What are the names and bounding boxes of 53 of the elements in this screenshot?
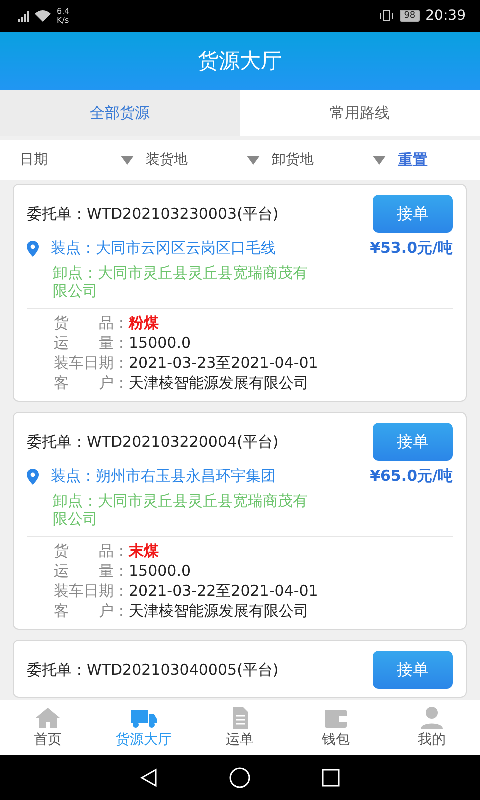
home-circle-icon[interactable] bbox=[229, 766, 251, 788]
nav-tab[interactable]: 运单 bbox=[192, 700, 288, 755]
back-icon[interactable] bbox=[139, 768, 159, 788]
detail-value: 粉煤 bbox=[129, 313, 159, 333]
order-number: 委托单：WTD202103040005(平台) bbox=[27, 660, 279, 680]
location-pin-icon bbox=[27, 469, 39, 485]
battery-level: 98 bbox=[400, 10, 420, 22]
network-speed: 6.4 bbox=[57, 7, 70, 16]
user-icon bbox=[418, 706, 446, 728]
location-pin-icon bbox=[27, 241, 39, 257]
order-number: 委托单：WTD202103220004(平台) bbox=[27, 432, 279, 452]
filter-dropdown[interactable]: 装货地 bbox=[146, 151, 272, 169]
detail-label: 客 户： bbox=[54, 601, 129, 621]
filter-dropdown[interactable]: 卸货地 bbox=[272, 151, 398, 169]
detail-label: 客 户： bbox=[54, 373, 129, 393]
loading-point: 装点：大同市云冈区云岗区口毛线 bbox=[51, 239, 277, 258]
wifi-icon bbox=[35, 10, 51, 22]
order-number: 委托单：WTD202103230003(平台) bbox=[27, 204, 279, 224]
reset-button[interactable]: 重置 bbox=[398, 150, 428, 170]
price: ¥53.0元/吨 bbox=[370, 239, 453, 258]
detail-value: 天津棱智能源发展有限公司 bbox=[129, 373, 309, 393]
dropdown-icon bbox=[247, 156, 260, 164]
signal-icon bbox=[18, 10, 29, 22]
filter-dropdown[interactable]: 日期 bbox=[20, 151, 146, 169]
detail-label: 货 品： bbox=[54, 541, 129, 561]
detail-value: 15000.0 bbox=[129, 561, 192, 581]
vibrate-icon bbox=[380, 10, 394, 22]
nav-tab[interactable]: 钱包 bbox=[288, 700, 384, 755]
detail-label: 装车日期： bbox=[54, 353, 129, 373]
page-title: 货源大厅 bbox=[198, 48, 282, 75]
detail-value: 末煤 bbox=[129, 541, 159, 561]
nav-tab[interactable]: 我的 bbox=[384, 700, 480, 755]
loading-point: 装点：朔州市右玉县永昌环宇集团 bbox=[51, 467, 277, 486]
detail-value: 2021-03-23至2021-04-01 bbox=[129, 353, 318, 373]
recents-icon[interactable] bbox=[321, 768, 341, 788]
clock-time: 20:39 bbox=[426, 8, 466, 24]
detail-label: 运 量： bbox=[54, 561, 129, 581]
detail-value: 2021-03-22至2021-04-01 bbox=[129, 581, 318, 601]
nav-tab[interactable]: 首页 bbox=[0, 700, 96, 755]
detail-value: 15000.0 bbox=[129, 333, 192, 353]
unloading-point: 卸点：大同市灵丘县灵丘县宽瑞商茂有限公司 bbox=[53, 492, 309, 528]
detail-label: 货 品： bbox=[54, 313, 129, 333]
speed-unit: K/s bbox=[57, 16, 70, 25]
price: ¥65.0元/吨 bbox=[370, 467, 453, 486]
detail-label: 运 量： bbox=[54, 333, 129, 353]
unloading-point: 卸点：大同市灵丘县灵丘县宽瑞商茂有限公司 bbox=[53, 264, 309, 300]
home-icon bbox=[34, 706, 62, 728]
tab[interactable]: 常用路线 bbox=[240, 90, 480, 136]
detail-value: 天津棱智能源发展有限公司 bbox=[129, 601, 309, 621]
dropdown-icon bbox=[121, 156, 134, 164]
tab[interactable]: 全部货源 bbox=[0, 90, 240, 136]
detail-label: 装车日期： bbox=[54, 581, 129, 601]
dropdown-icon bbox=[373, 156, 386, 164]
